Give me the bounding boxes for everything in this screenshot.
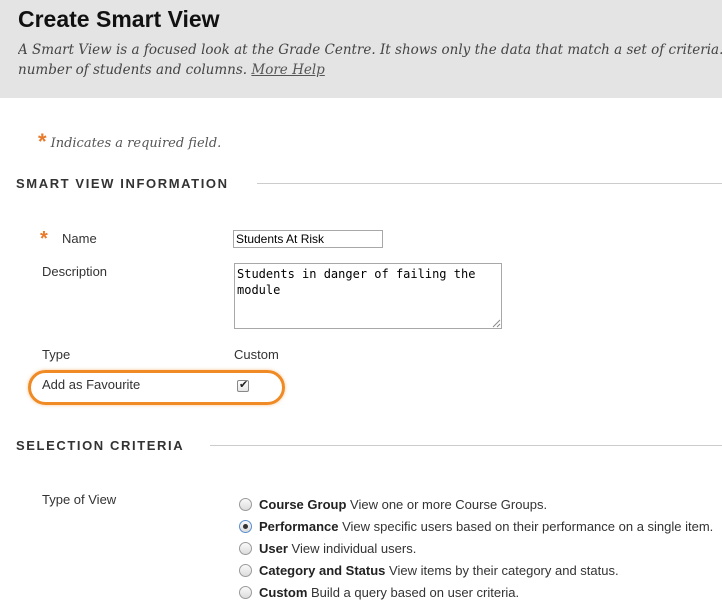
section-divider — [257, 183, 722, 184]
radio-button[interactable] — [239, 542, 252, 555]
description-label: Description — [42, 264, 108, 279]
page-title: Create Smart View — [18, 6, 220, 32]
option-title: Custom — [259, 585, 308, 600]
option-description: View one or more Course Groups. — [350, 497, 548, 512]
option-description: View individual users. — [291, 541, 417, 556]
checkmark-icon: ✔ — [239, 379, 249, 391]
add-as-favourite-checkbox[interactable]: ✔ — [237, 379, 249, 392]
option-description: View items by their category and status. — [389, 563, 619, 578]
required-field-note: * Indicates a required field. — [38, 131, 221, 153]
radio-button-selected[interactable] — [239, 520, 252, 533]
add-as-favourite-label: Add as Favourite — [42, 377, 141, 392]
required-field-text: Indicates a required field. — [50, 136, 222, 151]
option-title: Course Group — [259, 497, 347, 512]
radio-button[interactable] — [239, 564, 252, 577]
section-heading-smart-view-information: SMART VIEW INFORMATION — [16, 176, 229, 191]
type-of-view-label: Type of View — [42, 492, 117, 507]
page-header: Create Smart View A Smart View is a focu… — [0, 0, 722, 98]
page-description-line-2: number of students and columns. More Hel… — [18, 60, 722, 80]
radio-button[interactable] — [239, 586, 252, 599]
page-description-text: number of students and columns. — [18, 62, 248, 78]
radio-button[interactable] — [239, 498, 252, 511]
section-heading-selection-criteria: SELECTION CRITERIA — [16, 438, 185, 453]
option-title: Category and Status — [259, 563, 386, 578]
page-description: A Smart View is a focused look at the Gr… — [18, 40, 722, 80]
type-value: Custom — [234, 347, 279, 362]
name-input[interactable] — [233, 230, 383, 248]
resize-grip-icon[interactable] — [491, 318, 501, 328]
section-divider — [210, 445, 722, 446]
option-description: Build a query based on user criteria. — [311, 585, 520, 600]
required-asterisk-icon: * — [38, 129, 47, 154]
required-asterisk-icon: * — [40, 228, 48, 250]
option-title: Performance — [259, 519, 339, 534]
name-label: Name — [62, 231, 97, 246]
page-description-line-1: A Smart View is a focused look at the Gr… — [18, 42, 722, 58]
option-description: View specific users based on their perfo… — [342, 519, 714, 534]
option-title: User — [259, 541, 288, 556]
description-textarea[interactable]: Students in danger of failing the module — [234, 263, 502, 329]
more-help-link[interactable]: More Help — [251, 62, 324, 78]
type-label: Type — [42, 347, 71, 362]
